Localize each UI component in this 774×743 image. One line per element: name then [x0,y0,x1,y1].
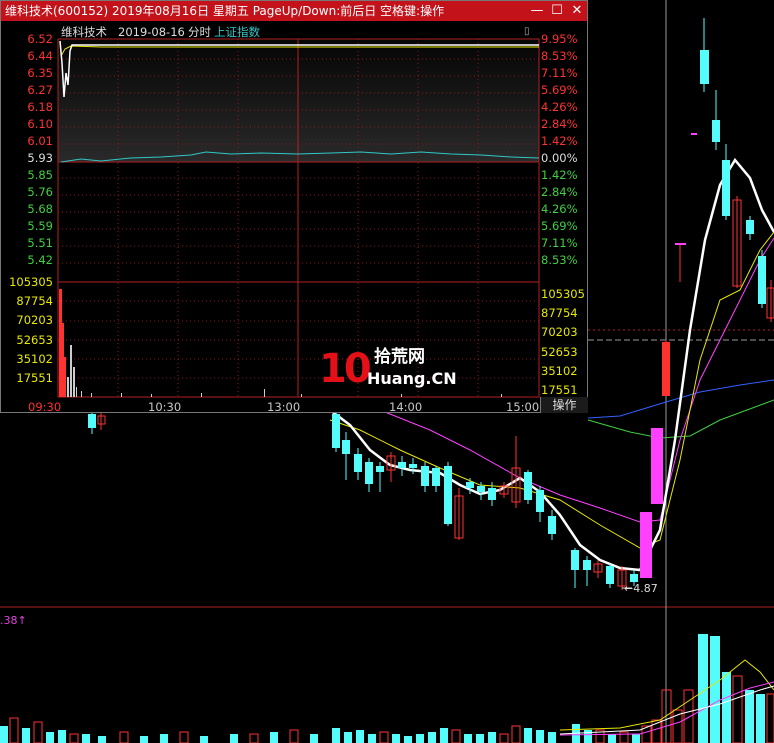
volume-tick-right: 70203 [541,325,578,340]
price-tick: 6.18 [27,100,53,114]
pct-tick: 2.84% [541,185,578,199]
pct-tick: 7.11% [541,236,578,250]
pct-tick: 2.84% [541,117,578,131]
price-tick: 5.42 [27,253,53,267]
price-tick: 6.44 [27,49,53,63]
time-tick: 14:00 [389,400,423,414]
volume-tick: 35102 [16,351,53,366]
low-price-label: ←4.87 [624,582,658,595]
watermark-logo: 10 拾荒网 Huang.CN [319,346,457,392]
time-tick: 13:00 [267,400,301,414]
pct-tick: 7.11% [541,66,578,80]
price-tick: 5.68 [27,202,53,216]
price-tick: 5.93 [27,151,53,165]
price-tick: 5.76 [27,185,53,199]
pct-tick: 8.53% [541,49,578,63]
volume-tick-right: 105305 [541,287,585,301]
intraday-window[interactable]: 维科技术(600152) 2019年08月16日 星期五 PageUp/Down… [0,0,588,414]
volume-tick: 17551 [16,371,53,385]
price-tick: 6.52 [27,32,53,46]
arrow-up-icon: ↑ [17,614,27,627]
price-tick: 6.35 [27,66,53,80]
volume-tick: 87754 [16,294,53,309]
pct-tick: 1.42% [541,168,578,182]
volume-tick: 70203 [16,313,53,328]
price-tick: 5.85 [27,168,53,182]
pct-tick: 1.42% [541,134,578,148]
pct-tick: 0.00% [541,151,578,165]
ma-green-line [587,399,774,439]
pct-tick: 8.53% [541,253,578,267]
operate-button[interactable]: 操作 [540,397,588,413]
volume-tick-right: 17551 [541,383,578,397]
volume-bars [0,634,774,743]
volume-tick: 52653 [16,332,53,347]
volume-tick-right: 52653 [541,344,578,359]
time-tick: 10:30 [148,400,182,414]
price-tick: 6.10 [27,117,53,131]
pct-tick: 4.26% [541,202,578,216]
pct-tick: 5.69% [541,83,578,97]
price-tick: 5.51 [27,236,53,250]
pct-tick: 9.95% [541,32,578,46]
price-tick: 6.27 [27,83,53,97]
volume-tick-right: 87754 [541,306,578,321]
arrow-left-icon: ← [624,582,634,595]
volume-tick-right: 35102 [541,363,578,378]
pct-tick: 5.69% [541,219,578,233]
price-tick: 5.59 [27,219,53,233]
pct-tick: 4.26% [541,100,578,114]
time-tick: 09:30 [28,400,62,414]
intraday-chart [57,38,540,398]
volume-tick: 105305 [9,275,53,289]
price-tick: 6.01 [27,134,53,148]
indicator-value: .38↑ [0,614,27,627]
time-tick: 15:00 [506,400,540,414]
